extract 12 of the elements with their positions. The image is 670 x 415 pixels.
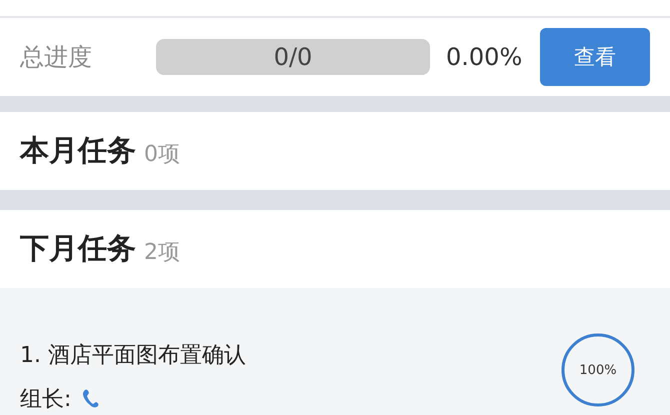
task-title: 1. 酒店平面图布置确认 (20, 342, 247, 370)
progress-label: 总进度 (20, 42, 93, 73)
leader-label: 组长: (20, 386, 72, 414)
phone-icon[interactable] (81, 388, 102, 410)
section-title: 下月任务 (20, 230, 136, 267)
section-count: 0项 (144, 141, 180, 169)
ring-percent: 100% (578, 362, 618, 380)
progress-percent: 0.00% (446, 43, 524, 71)
task-card[interactable]: 1. 酒店平面图布置确认 组长: 100% (0, 288, 670, 415)
view-button[interactable]: 查看 (540, 28, 650, 86)
section-count: 2项 (144, 239, 180, 267)
section-title: 本月任务 (20, 132, 136, 169)
